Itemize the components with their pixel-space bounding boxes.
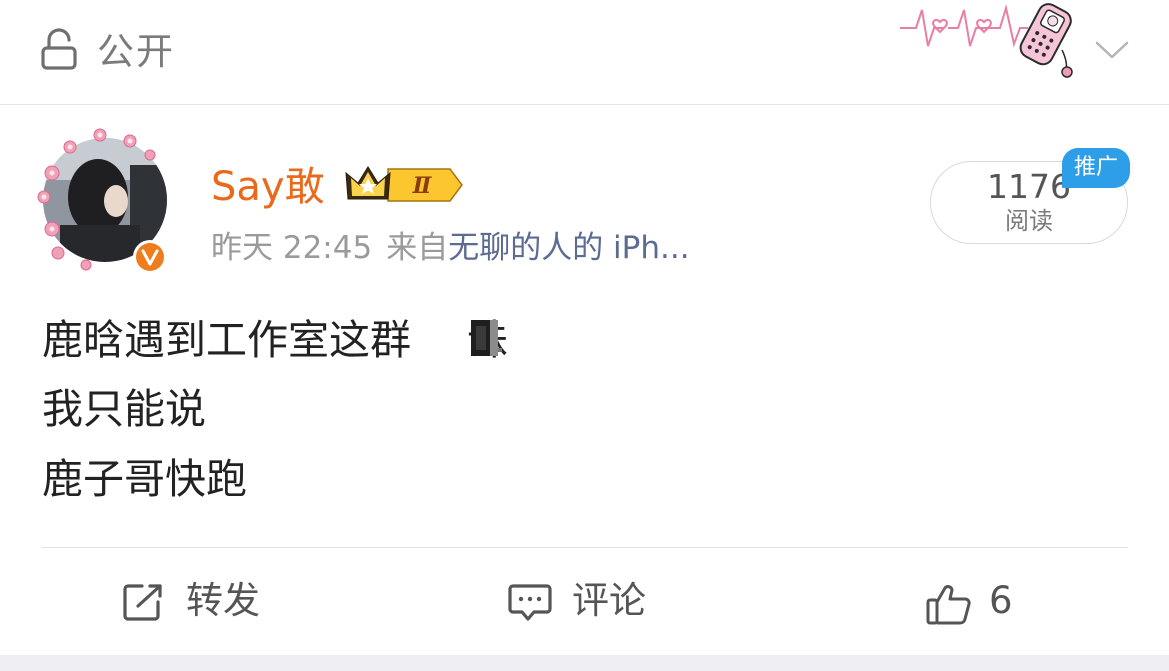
divider (42, 547, 1128, 548)
repost-icon (123, 584, 162, 621)
avatar-image (37, 128, 167, 274)
like-count: 6 (989, 579, 1013, 622)
read-label: 阅读 (1005, 207, 1053, 235)
emoji-glyph (471, 320, 502, 356)
vip-level: Ⅱ (412, 173, 433, 199)
post-content-line: 我只能说 (42, 385, 206, 433)
feed-separator (0, 655, 1169, 671)
post-time: 昨天 22:45 (211, 230, 373, 266)
visibility-label[interactable]: 公开 (97, 29, 175, 75)
repost-label: 转发 (186, 579, 260, 622)
post-content-line: 鹿晗遇到工作室这群诛 (42, 314, 508, 366)
comment-icon (508, 584, 552, 621)
author-name[interactable]: Say敢 (211, 163, 325, 211)
comment-label: 评论 (572, 579, 646, 622)
chevron-down-icon[interactable] (1094, 38, 1130, 62)
post-line-text: 鹿晗遇到工作室这群 (42, 316, 411, 364)
post-visibility-bar: 公开 (0, 0, 1169, 105)
vip-crown-badge-icon[interactable]: Ⅱ (344, 163, 464, 207)
lock-open-icon (41, 28, 77, 70)
promo-tag[interactable]: 推广 (1062, 148, 1130, 188)
post-meta: 昨天 22:45 来自无聊的人的 iPh... (211, 228, 690, 268)
source-device-link[interactable]: 无聊的人的 iPh... (448, 230, 689, 266)
verified-v-icon (133, 240, 167, 274)
heartbeat-phone-sticker (900, 3, 1073, 78)
source-prefix: 来自 (386, 230, 449, 266)
post-content-line: 鹿子哥快跑 (42, 455, 247, 503)
avatar[interactable] (30, 125, 180, 275)
thumbs-up-icon (926, 585, 971, 625)
